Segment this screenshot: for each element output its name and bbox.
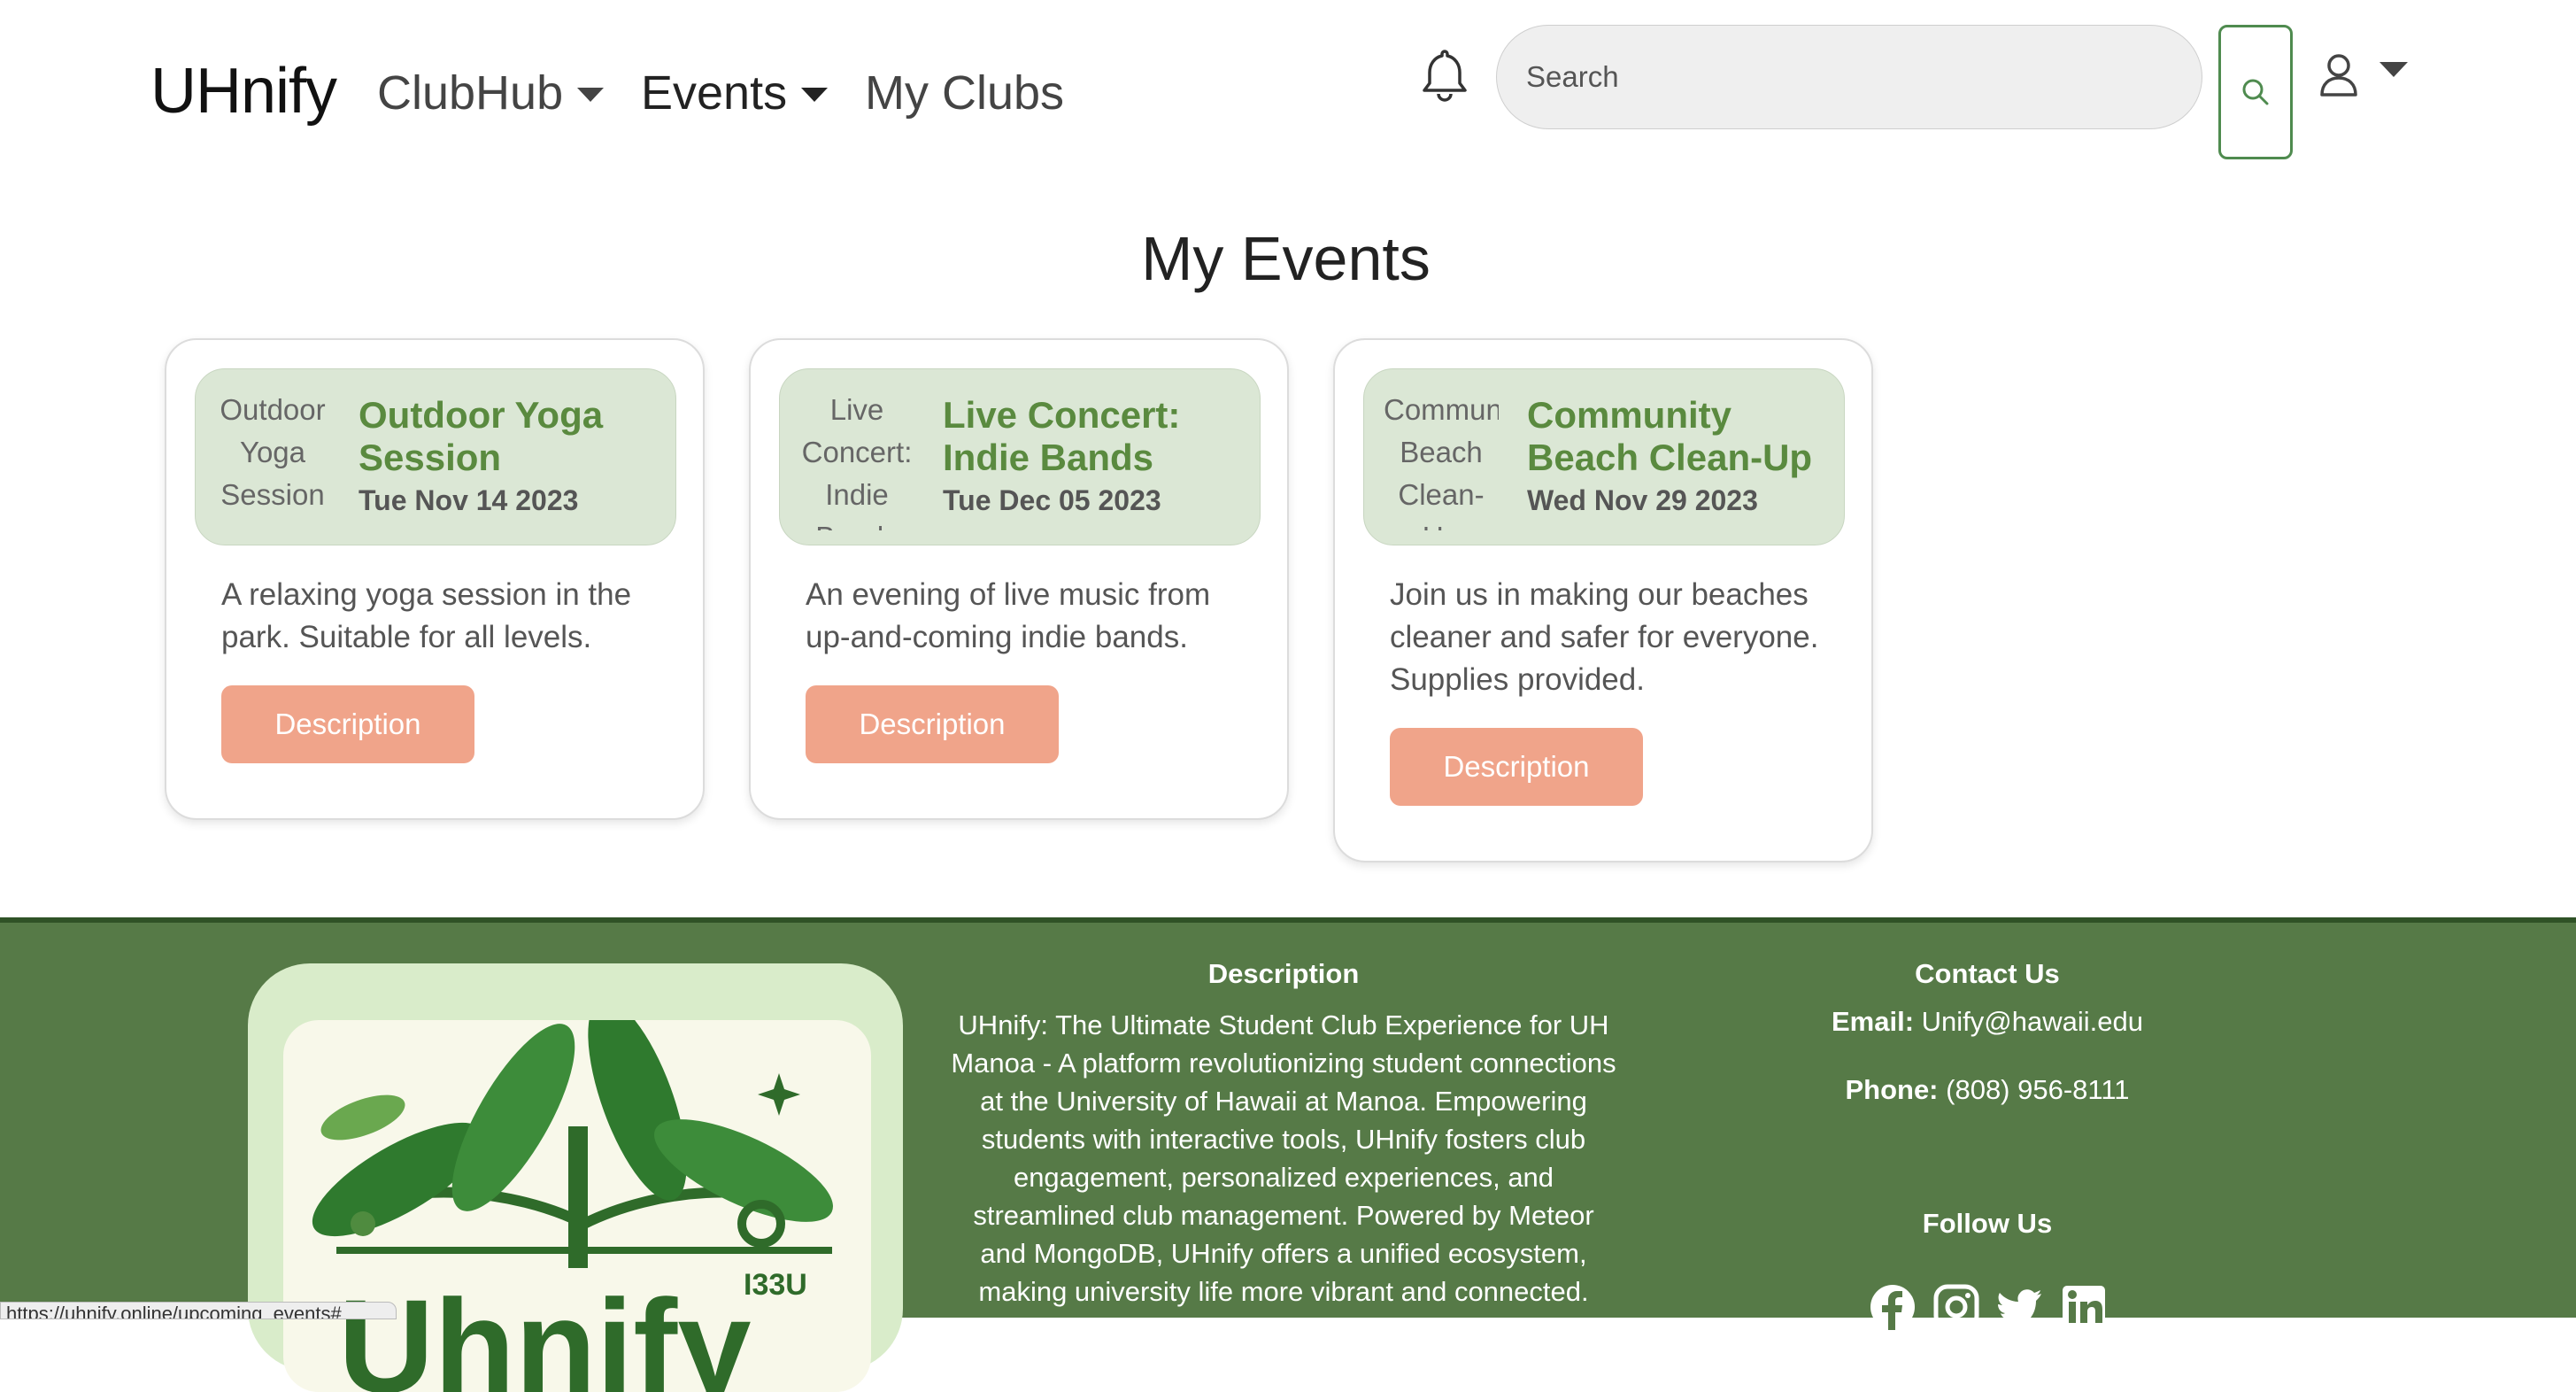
logo-inner: I33U Uhnify	[283, 1020, 871, 1392]
search-input[interactable]: Search	[1496, 25, 2202, 129]
chevron-down-icon	[577, 88, 605, 102]
email-label: Email:	[1832, 1006, 1915, 1037]
description-button[interactable]: Description	[221, 685, 474, 763]
event-card: Live Concert: Indie Bands Live Concert: …	[749, 338, 1289, 820]
event-title[interactable]: Live Concert: Indie Bands	[943, 394, 1253, 479]
page-title: My Events	[1141, 224, 1431, 293]
facebook-icon[interactable]	[1870, 1284, 1916, 1330]
user-icon	[2320, 54, 2357, 97]
footer-follow-heading: Follow Us	[1922, 1208, 2053, 1239]
chevron-down-icon	[2379, 61, 2408, 77]
social-links	[1870, 1284, 2107, 1330]
event-description: A relaxing yoga session in the park. Sui…	[221, 577, 632, 654]
nav-my-clubs-link[interactable]: My Clubs	[865, 66, 1064, 120]
event-title[interactable]: Community Beach Clean-Up	[1527, 394, 1837, 479]
search-icon	[2242, 79, 2269, 105]
twitter-icon[interactable]	[1995, 1284, 2043, 1330]
logo-wordmark: Uhnify	[338, 1272, 752, 1392]
search-placeholder: Search	[1526, 60, 1619, 93]
event-date: Wed Nov 29 2023	[1527, 484, 1758, 516]
phone-value: (808) 956-8111	[1946, 1074, 2130, 1105]
footer-contact-heading: Contact Us	[1915, 958, 2060, 989]
nav-events-dropdown[interactable]: Events	[641, 66, 829, 120]
event-description: An evening of live music from up-and-com…	[806, 577, 1211, 654]
event-card-header: Outdoor Yoga Session Outdoor Yoga Sessio…	[195, 368, 676, 545]
event-title[interactable]: Outdoor Yoga Session	[359, 394, 668, 479]
footer-email: Email: Unify@hawaii.edu	[1677, 1006, 2297, 1038]
event-card: Outdoor Yoga Session Outdoor Yoga Sessio…	[165, 338, 705, 820]
event-date: Tue Dec 05 2023	[943, 484, 1161, 516]
event-description: Join us in making our beaches cleaner an…	[1390, 577, 1819, 697]
description-button[interactable]: Description	[806, 685, 1059, 763]
chevron-down-icon	[801, 88, 829, 102]
browser-status-url: https://uhnify.online/upcoming_events#	[0, 1302, 397, 1319]
footer-phone: Phone: (808) 956-8111	[1677, 1074, 2297, 1106]
nav-my-clubs-label: My Clubs	[865, 66, 1065, 120]
search-button[interactable]	[2218, 25, 2293, 159]
email-value[interactable]: Unify@hawaii.edu	[1922, 1006, 2143, 1037]
nav-clubhub-dropdown[interactable]: ClubHub	[377, 66, 605, 120]
instagram-icon[interactable]	[1933, 1284, 1979, 1330]
nav-clubhub-label: ClubHub	[377, 66, 564, 120]
event-date: Tue Nov 14 2023	[359, 484, 579, 516]
event-card-header: Live Concert: Indie Bands Live Concert: …	[779, 368, 1261, 545]
event-image-broken: Community Beach Clean-Up	[1384, 393, 1499, 530]
footer-description-heading: Description	[1207, 958, 1360, 989]
phone-label: Phone:	[1845, 1074, 1939, 1105]
footer-description-text: UHnify: The Ultimate Student Club Experi…	[951, 1009, 1616, 1307]
banana-tree-logo-icon: I33U Uhnify	[312, 1020, 833, 1392]
nav-events-label: Events	[641, 66, 788, 120]
logo-sub-text: I33U	[744, 1268, 807, 1302]
description-button[interactable]: Description	[1390, 728, 1643, 806]
event-image-broken: Live Concert: Indie Bands	[801, 393, 913, 530]
bell-icon[interactable]	[1420, 48, 1469, 104]
user-menu-dropdown[interactable]	[2319, 53, 2408, 97]
event-card: Community Beach Clean-Up Community Beach…	[1333, 338, 1873, 862]
brand-logo-text[interactable]: UHnify	[150, 55, 337, 128]
event-image-broken: Outdoor Yoga Session	[220, 393, 326, 511]
footer: I33U Uhnify Description UHnify: The Ulti…	[0, 917, 2576, 1392]
event-card-header: Community Beach Clean-Up Community Beach…	[1363, 368, 1845, 545]
top-navbar: UHnify ClubHub Events My Clubs Search	[0, 0, 2576, 177]
linkedin-icon[interactable]	[2061, 1284, 2107, 1330]
